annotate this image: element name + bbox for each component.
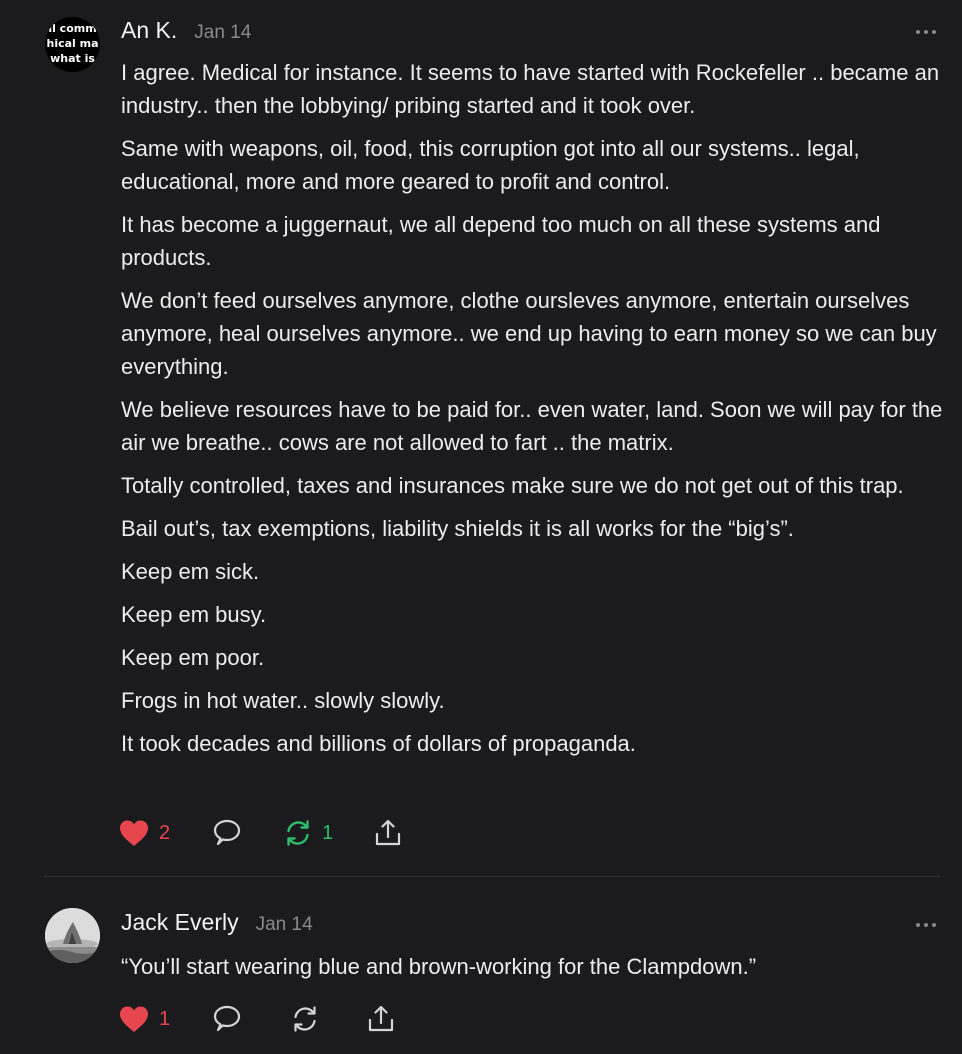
like-button[interactable]: 2 <box>118 816 170 850</box>
comment-actions: 2 1 <box>118 816 403 850</box>
share-button[interactable] <box>373 816 403 850</box>
comment-paragraph: Bail out’s, tax exemptions, liability sh… <box>121 516 794 541</box>
reply-button[interactable] <box>212 1002 242 1036</box>
comment-paragraph: Totally controlled, taxes and insurances… <box>121 473 904 498</box>
avatar[interactable] <box>45 908 100 963</box>
heart-icon <box>120 1006 148 1032</box>
heart-icon <box>120 820 148 846</box>
author-name[interactable]: Jack Everly <box>121 909 239 936</box>
comment-header: Jack Everly Jan 14 <box>121 909 313 939</box>
restack-count: 1 <box>322 821 334 844</box>
comment-divider <box>44 876 940 877</box>
restack-arrows-icon <box>287 820 309 846</box>
author-name[interactable]: An K. <box>121 17 177 44</box>
comment-paragraph: Keep em busy. <box>121 602 267 627</box>
comment-date[interactable]: Jan 14 <box>256 914 313 936</box>
comment-paragraph: We believe resources have to be paid for… <box>121 397 943 455</box>
comment-jack-everly: Jack Everly Jan 14 “You’ll start wearing… <box>0 878 962 1054</box>
avatar-photo-icon <box>45 908 100 963</box>
comment-paragraph: I agree. Medical for instance. It seems … <box>121 60 940 118</box>
avatar[interactable]: ll comm hical ma what is <box>45 17 100 72</box>
comment-actions: 1 <box>118 1002 396 1036</box>
like-button[interactable]: 1 <box>118 1002 170 1036</box>
comment-bubble-icon <box>214 1005 241 1032</box>
share-icon <box>376 819 401 846</box>
share-icon <box>369 1005 394 1032</box>
more-options-icon[interactable] <box>916 29 936 35</box>
comment-body: “You’ll start wearing blue and brown-wor… <box>121 950 946 993</box>
restack-button[interactable] <box>290 1002 320 1036</box>
more-options-icon[interactable] <box>916 922 936 928</box>
comment-header: An K. Jan 14 <box>121 17 251 47</box>
comment-paragraph: Keep em poor. <box>121 645 265 670</box>
comment-paragraph: Same with weapons, oil, food, this corru… <box>121 136 860 194</box>
comment-paragraph: “You’ll start wearing blue and brown-wor… <box>121 954 757 979</box>
like-count: 2 <box>159 821 171 844</box>
comment-paragraph: It took decades and billions of dollars … <box>121 731 636 756</box>
comment-paragraph: We don’t feed ourselves anymore, clothe … <box>121 288 937 379</box>
like-count: 1 <box>159 1007 171 1030</box>
restack-button[interactable]: 1 <box>283 816 333 850</box>
comment-paragraph: Keep em sick. <box>121 559 260 584</box>
avatar-text: ll comm hical ma what is <box>46 22 99 65</box>
restack-arrows-icon <box>294 1006 316 1032</box>
comment-an-k: ll comm hical ma what is An K. Jan 14 I … <box>0 0 962 876</box>
comment-paragraph: Frogs in hot water.. slowly slowly. <box>121 688 445 713</box>
comment-bubble-icon <box>214 819 241 846</box>
comment-date[interactable]: Jan 14 <box>194 22 251 44</box>
reply-button[interactable] <box>212 816 242 850</box>
comment-body: I agree. Medical for instance. It seems … <box>121 56 946 770</box>
comment-paragraph: It has become a juggernaut, we all depen… <box>121 212 881 270</box>
share-button[interactable] <box>366 1002 396 1036</box>
